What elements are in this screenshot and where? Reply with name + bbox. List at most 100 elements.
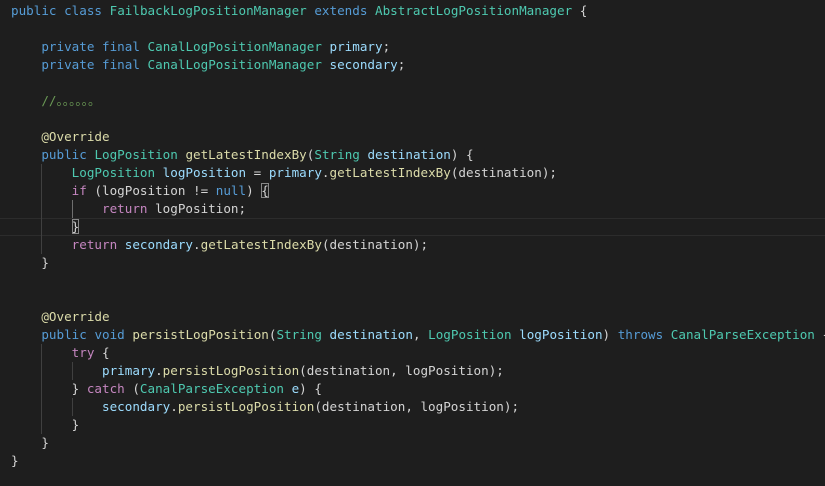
code-token: logPosition [519,327,603,342]
code-token: , [412,327,429,342]
code-line[interactable]: @Override [0,128,825,146]
code-line[interactable]: @Override [0,308,825,326]
code-line[interactable]: secondary.persistLogPosition(destination… [0,398,825,416]
code-token: FailbackLogPositionManager [109,3,307,18]
code-line[interactable]: } [0,452,825,470]
indent-guide [41,416,43,434]
code-area[interactable]: public class FailbackLogPositionManager … [0,2,825,470]
code-token: { [815,327,825,342]
code-token: } [11,453,19,468]
code-token: { [572,3,588,18]
code-line[interactable] [0,110,825,128]
code-line[interactable]: private final CanalLogPositionManager se… [0,56,825,74]
code-token: primary [329,39,383,54]
code-line[interactable]: } [0,416,825,434]
code-line[interactable]: private final CanalLogPositionManager pr… [0,38,825,56]
code-line[interactable] [0,74,825,92]
indent-guide [41,218,43,236]
indent-guide [41,182,43,200]
indent-guide [41,362,43,380]
code-token: persistLogPosition [177,399,315,414]
code-line[interactable]: primary.persistLogPosition(destination, … [0,362,825,380]
code-line[interactable]: public class FailbackLogPositionManager … [0,2,825,20]
code-token: logPosition [162,165,247,180]
code-token: null [215,183,247,198]
code-token: try [71,345,95,360]
code-line[interactable] [0,290,825,308]
code-token: ( [124,381,140,396]
code-line[interactable] [0,272,825,290]
matching-bracket: { [261,183,269,198]
code-token: . [155,363,163,378]
indent-guide [71,362,73,380]
code-line[interactable] [0,20,825,38]
code-token: private [41,39,95,54]
code-token: secondary [102,399,171,414]
indent-guide [41,344,43,362]
indent-guide [41,380,43,398]
code-token: public [11,3,57,18]
code-line[interactable]: try { [0,344,825,362]
code-line[interactable]: if (logPosition != null) { [0,182,825,200]
code-token: ) [602,327,618,342]
code-token: CanalLogPositionManager [147,57,322,72]
code-token: String [276,327,322,342]
code-token: (destination); [321,237,429,252]
code-line[interactable]: } catch (CanalParseException e) { [0,380,825,398]
indent-guide [41,200,43,218]
code-token: extends [314,3,368,18]
code-token: String [314,147,360,162]
code-token: CanalParseException [139,381,284,396]
code-token: ) { [299,381,322,396]
indent-guide [41,236,43,254]
code-line[interactable]: LogPosition logPosition = primary.getLat… [0,164,825,182]
code-line[interactable]: public LogPosition getLatestIndexBy(Stri… [0,146,825,164]
code-token: class [64,3,103,18]
code-line[interactable]: return logPosition; [0,200,825,218]
code-token: @Override [41,129,110,144]
code-token: ; [397,57,406,72]
code-token: getLatestIndexBy [329,165,451,180]
code-token: catch [86,381,125,396]
code-token: getLatestIndexBy [185,147,307,162]
indent-guide [71,200,73,218]
code-token: (destination, logPosition); [299,363,504,378]
code-editor[interactable]: public class FailbackLogPositionManager … [0,0,825,486]
code-line[interactable]: } [0,434,825,452]
code-token: ) [246,183,262,198]
code-line[interactable]: //。。。。。。 [0,92,825,110]
code-token: primary [102,363,156,378]
code-token: . [170,399,178,414]
code-line[interactable]: } [0,254,825,272]
code-token: CanalLogPositionManager [147,39,322,54]
code-token: (logPosition != [86,183,216,198]
code-line[interactable]: public void persistLogPosition(String de… [0,326,825,344]
code-token: public [41,327,87,342]
code-line[interactable]: } [0,218,825,236]
code-token: } [11,381,87,396]
code-token: @Override [41,309,110,324]
indent-guide [41,398,43,416]
code-token: LogPosition [71,165,156,180]
code-line[interactable]: return secondary.getLatestIndexBy(destin… [0,236,825,254]
code-token: CanalParseException [670,327,815,342]
code-token: } [11,255,49,270]
indent-guide [41,164,43,182]
